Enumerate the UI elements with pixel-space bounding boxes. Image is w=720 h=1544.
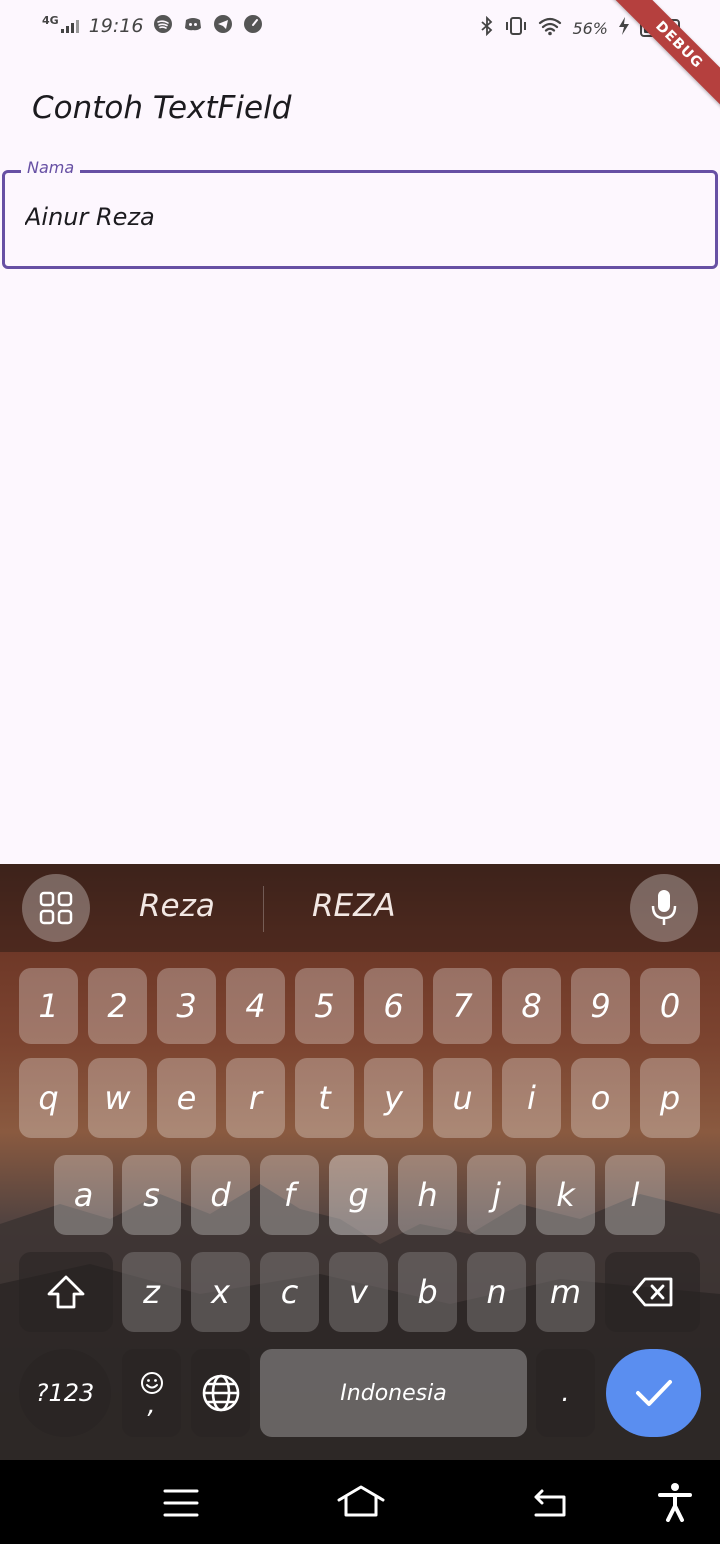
shift-icon xyxy=(47,1275,85,1309)
space-key[interactable]: Indonesia xyxy=(260,1349,527,1437)
key-y[interactable]: y xyxy=(364,1058,423,1138)
key-0[interactable]: 0 xyxy=(640,968,700,1044)
bluetooth-icon xyxy=(480,15,494,40)
backspace-key[interactable] xyxy=(605,1252,700,1332)
key-b[interactable]: b xyxy=(398,1252,457,1332)
key-z[interactable]: z xyxy=(122,1252,181,1332)
charging-icon xyxy=(618,16,630,40)
signal-icon xyxy=(60,19,79,33)
apps-grid-button[interactable] xyxy=(22,874,90,942)
wifi-icon xyxy=(538,16,562,40)
key-n[interactable]: n xyxy=(467,1252,526,1332)
telegram-icon xyxy=(213,14,233,38)
key-c[interactable]: c xyxy=(260,1252,319,1332)
key-w[interactable]: w xyxy=(88,1058,147,1138)
suggestion-divider xyxy=(263,886,264,932)
language-key[interactable] xyxy=(191,1349,250,1437)
page-title: Contoh TextField xyxy=(32,90,292,126)
key-1[interactable]: 1 xyxy=(19,968,78,1044)
key-q[interactable]: q xyxy=(19,1058,78,1138)
system-navigation-bar xyxy=(0,1460,720,1544)
network-type: 4G xyxy=(42,13,59,27)
key-m[interactable]: m xyxy=(536,1252,595,1332)
key-u[interactable]: u xyxy=(433,1058,492,1138)
key-d[interactable]: d xyxy=(191,1155,250,1235)
key-o[interactable]: o xyxy=(571,1058,630,1138)
symbols-key[interactable]: ?123 xyxy=(19,1349,111,1437)
name-text-field[interactable]: Nama xyxy=(2,159,718,269)
voice-input-button[interactable] xyxy=(630,874,698,942)
key-9[interactable]: 9 xyxy=(571,968,630,1044)
suggestion-2[interactable]: REZA xyxy=(312,888,396,924)
key-k[interactable]: k xyxy=(536,1155,595,1235)
battery-percent: 56% xyxy=(572,18,608,38)
key-3[interactable]: 3 xyxy=(157,968,216,1044)
key-r[interactable]: r xyxy=(226,1058,285,1138)
key-j[interactable]: j xyxy=(467,1155,526,1235)
back-icon xyxy=(534,1489,566,1517)
key-t[interactable]: t xyxy=(295,1058,354,1138)
name-field-label: Nama xyxy=(21,159,81,177)
shift-key[interactable] xyxy=(19,1252,113,1332)
key-l[interactable]: l xyxy=(605,1155,665,1235)
done-key[interactable] xyxy=(606,1349,701,1437)
key-v[interactable]: v xyxy=(329,1252,388,1332)
suggestion-bar: Reza REZA xyxy=(0,864,720,952)
spotify-icon xyxy=(153,14,173,38)
emoji-comma-key[interactable]: , xyxy=(122,1349,181,1437)
accessibility-button[interactable] xyxy=(658,1482,692,1526)
key-6[interactable]: 6 xyxy=(364,968,423,1044)
key-p[interactable]: p xyxy=(640,1058,700,1138)
checkmark-icon xyxy=(635,1380,672,1406)
key-5[interactable]: 5 xyxy=(295,968,354,1044)
key-8[interactable]: 8 xyxy=(502,968,561,1044)
key-s[interactable]: s xyxy=(122,1155,181,1235)
globe-icon xyxy=(202,1374,239,1412)
key-7[interactable]: 7 xyxy=(433,968,492,1044)
key-g[interactable]: g xyxy=(329,1155,388,1235)
key-4[interactable]: 4 xyxy=(226,968,285,1044)
suggestion-1[interactable]: Reza xyxy=(139,888,215,924)
status-left: 4G 19:16 xyxy=(42,14,263,38)
vibrate-icon xyxy=(504,16,528,40)
key-f[interactable]: f xyxy=(260,1155,319,1235)
key-x[interactable]: x xyxy=(191,1252,250,1332)
grid-icon xyxy=(39,891,73,925)
backspace-icon xyxy=(632,1277,672,1307)
discord-icon xyxy=(183,14,203,38)
name-input[interactable] xyxy=(25,203,695,231)
status-bar: 4G 19:16 56% xyxy=(0,0,720,56)
comma-label: , xyxy=(147,1390,156,1420)
key-a[interactable]: a xyxy=(54,1155,113,1235)
menu-icon xyxy=(163,1489,199,1517)
on-screen-keyboard: Reza REZA 1 2 3 4 5 6 7 8 9 0 q w e r t … xyxy=(0,864,720,1460)
key-e[interactable]: e xyxy=(157,1058,216,1138)
home-button[interactable] xyxy=(336,1484,386,1522)
back-button[interactable] xyxy=(530,1488,568,1522)
key-h[interactable]: h xyxy=(398,1155,457,1235)
accessibility-icon xyxy=(658,1483,692,1522)
status-time: 19:16 xyxy=(88,15,144,37)
microphone-icon xyxy=(651,890,677,925)
speedometer-icon xyxy=(243,14,263,38)
key-i[interactable]: i xyxy=(502,1058,561,1138)
recent-apps-button[interactable] xyxy=(163,1488,199,1522)
period-key[interactable]: . xyxy=(536,1349,595,1437)
key-2[interactable]: 2 xyxy=(88,968,147,1044)
home-icon xyxy=(337,1485,385,1517)
